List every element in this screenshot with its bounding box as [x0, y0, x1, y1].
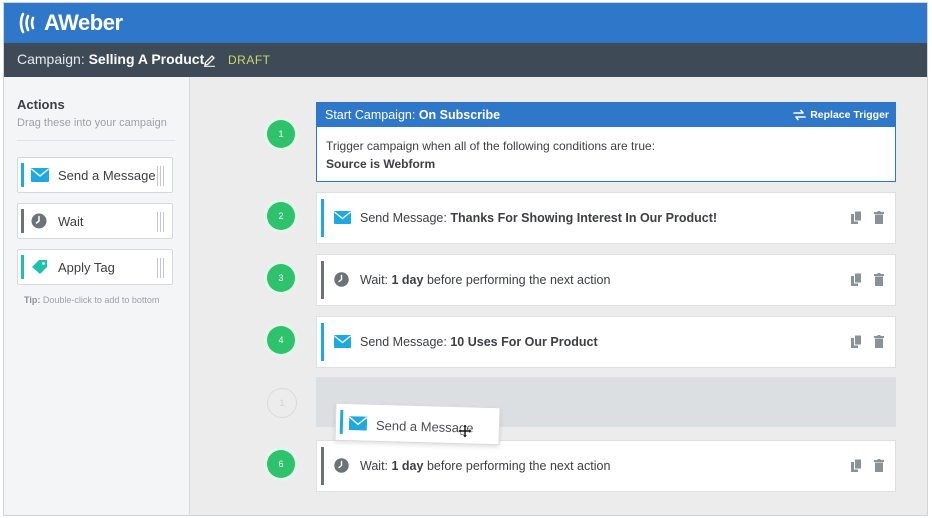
step-number-badge: 1: [267, 120, 295, 148]
top-bar: AWeber: [4, 3, 927, 43]
clock-icon: [334, 272, 349, 287]
swap-icon: [793, 109, 807, 121]
accent-bar: [21, 209, 24, 233]
tip-body: Double-click to add to bottom: [40, 295, 160, 305]
status-badge: DRAFT: [228, 53, 271, 67]
step-number-badge: 4: [267, 326, 295, 354]
placeholder-step-badge: 1: [267, 388, 297, 418]
trash-icon[interactable]: [874, 273, 884, 286]
sidebar-subtitle: Drag these into your campaign: [17, 117, 167, 129]
move-cursor-icon: [458, 424, 472, 438]
step-prefix: Wait:: [360, 459, 389, 473]
campaign-bar: Campaign: Selling A Product DRAFT: [4, 43, 927, 77]
aweber-logo-icon: [19, 12, 35, 34]
trash-icon[interactable]: [874, 335, 884, 348]
drag-handle[interactable]: [157, 166, 164, 186]
clock-icon: [334, 458, 349, 473]
step-card-wait[interactable]: Wait: 1 day before performing the next a…: [316, 440, 896, 492]
duplicate-icon[interactable]: [851, 211, 862, 224]
replace-trigger-button[interactable]: Replace Trigger: [793, 109, 889, 121]
step-number-badge: 3: [267, 264, 295, 292]
accent-bar: [321, 323, 324, 361]
tip-prefix: Tip:: [24, 295, 41, 305]
trigger-title-prefix: Start Campaign:: [325, 108, 416, 122]
envelope-icon: [334, 211, 351, 224]
step-card-send-message[interactable]: Send Message: 10 Uses For Our Product: [316, 316, 896, 368]
campaign-title: Campaign: Selling A Product: [17, 51, 204, 67]
accent-bar: [21, 255, 24, 279]
trash-icon[interactable]: [874, 459, 884, 472]
step-text: Wait: 1 day before performing the next a…: [360, 273, 610, 287]
step-prefix: Send Message:: [360, 211, 447, 225]
campaign-name[interactable]: Selling A Product: [89, 51, 205, 67]
aweber-logo[interactable]: AWeber: [18, 10, 123, 35]
campaign-label: Campaign:: [17, 51, 85, 67]
step-value: Thanks For Showing Interest In Our Produ…: [450, 211, 718, 225]
step-prefix: Send Message:: [360, 335, 447, 349]
duplicate-icon[interactable]: [851, 335, 862, 348]
tip-text: Tip: Double-click to add to bottom: [24, 295, 159, 305]
trigger-description: Trigger campaign when all of the followi…: [326, 139, 656, 153]
step-number-badge: 6: [267, 450, 295, 478]
step-card-wait[interactable]: Wait: 1 day before performing the next a…: [316, 254, 896, 306]
pencil-icon[interactable]: [203, 54, 216, 67]
divider: [17, 140, 175, 141]
actions-sidebar: Actions Drag these into your campaign Se…: [4, 77, 190, 515]
accent-bar: [321, 261, 324, 299]
replace-trigger-label: Replace Trigger: [810, 109, 889, 121]
clock-icon: [31, 213, 47, 229]
step-text: Send Message: Thanks For Showing Interes…: [360, 211, 717, 225]
sidebar-title: Actions: [17, 97, 65, 112]
step-prefix: Wait:: [360, 273, 389, 287]
action-label: Send a Message: [58, 168, 156, 183]
step-suffix: before performing the next action: [426, 459, 611, 473]
envelope-icon: [31, 168, 49, 182]
step-value: 1 day: [391, 459, 424, 473]
action-send-message[interactable]: Send a Message: [17, 157, 173, 193]
step-card-send-message[interactable]: Send Message: Thanks For Showing Interes…: [316, 192, 896, 244]
drag-handle[interactable]: [157, 258, 164, 278]
logo-text: AWeber: [44, 10, 123, 35]
action-apply-tag[interactable]: Apply Tag: [17, 249, 173, 285]
trigger-card[interactable]: Start Campaign: On Subscribe Replace Tri…: [316, 102, 896, 182]
app-window: AWeber Campaign: Selling A Product DRAFT…: [3, 2, 928, 516]
action-label: Apply Tag: [58, 260, 115, 275]
trigger-header: Start Campaign: On Subscribe Replace Tri…: [317, 103, 895, 127]
accent-bar: [321, 447, 324, 485]
envelope-icon: [334, 335, 351, 348]
dragging-send-message[interactable]: Send a Message: [334, 402, 501, 446]
step-suffix: before performing the next action: [426, 273, 611, 287]
step-text: Wait: 1 day before performing the next a…: [360, 459, 610, 473]
envelope-icon: [348, 416, 368, 431]
action-label: Wait: [58, 214, 84, 229]
step-value: 1 day: [391, 273, 424, 287]
accent-bar: [21, 163, 24, 187]
trash-icon[interactable]: [874, 211, 884, 224]
accent-bar: [321, 199, 324, 237]
accent-bar: [339, 409, 344, 434]
action-wait[interactable]: Wait: [17, 203, 173, 239]
trigger-condition: Source is Webform: [326, 157, 436, 171]
step-number-badge: 2: [267, 202, 295, 230]
trigger-title-value: On Subscribe: [418, 108, 501, 122]
duplicate-icon[interactable]: [851, 273, 862, 286]
step-text: Send Message: 10 Uses For Our Product: [360, 335, 598, 349]
drag-handle[interactable]: [157, 212, 164, 232]
tag-icon: [32, 260, 47, 274]
step-value: 10 Uses For Our Product: [450, 335, 598, 349]
trigger-title: Start Campaign: On Subscribe: [325, 108, 500, 122]
duplicate-icon[interactable]: [851, 459, 862, 472]
